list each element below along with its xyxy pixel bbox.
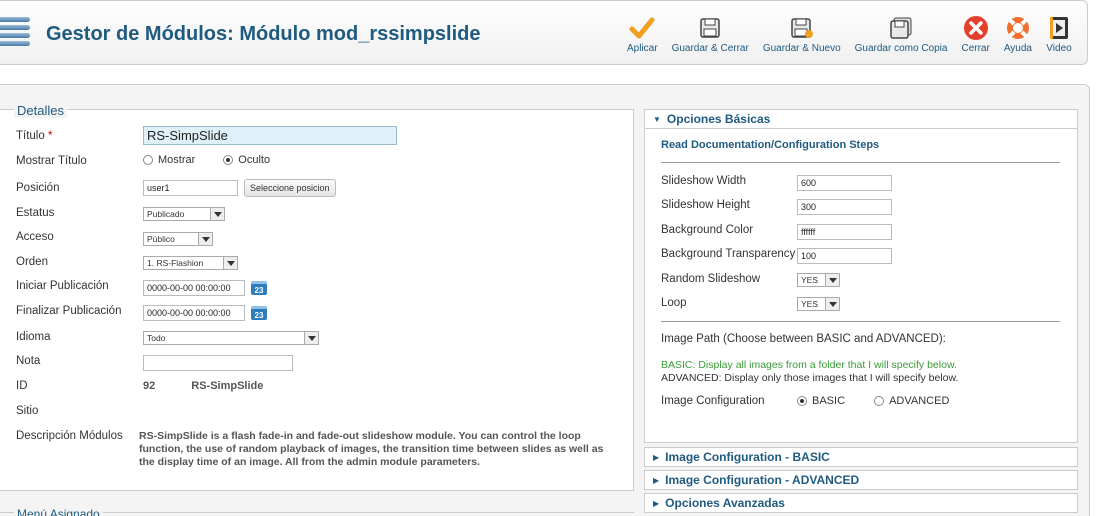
divider: [661, 321, 1060, 322]
bg-color-input[interactable]: [797, 224, 892, 240]
video-button[interactable]: Video: [1039, 15, 1079, 54]
triangle-right-icon: ▶: [653, 498, 660, 508]
image-config-radio-advanced[interactable]: ADVANCED: [874, 395, 949, 407]
publish-down-label: Finalizar Publicación: [16, 305, 122, 317]
required-mark: *: [47, 130, 53, 142]
language-select[interactable]: Todo: [143, 331, 319, 345]
chevron-down-icon: [210, 208, 224, 220]
random-slideshow-label: Random Slideshow: [661, 273, 761, 285]
description-text: RS-SimpSlide is a flash fade-in and fade…: [139, 430, 604, 468]
details-fieldset: Detalles Título * Mostrar Título Mostrar…: [0, 103, 634, 491]
title-label: Título *: [16, 130, 53, 142]
chevron-down-icon: [825, 298, 839, 310]
show-title-label: Mostrar Título: [16, 155, 87, 167]
bg-transparency-input[interactable]: [797, 248, 892, 264]
note-input[interactable]: [143, 355, 293, 371]
show-title-radio-hide[interactable]: Oculto: [223, 154, 270, 166]
slideshow-height-input[interactable]: [797, 199, 892, 215]
image-path-label: Image Path (Choose between BASIC and ADV…: [661, 333, 946, 345]
site-label: Sitio: [16, 405, 39, 417]
language-label: Idioma: [16, 331, 51, 343]
order-select[interactable]: 1. RS-Flashion: [143, 256, 238, 270]
order-label: Orden: [16, 256, 48, 268]
divider: [661, 162, 1060, 163]
triangle-down-icon: ▼: [653, 114, 661, 124]
video-icon: [1046, 15, 1072, 41]
id-value: 92: [143, 380, 156, 392]
access-label: Acceso: [16, 231, 54, 243]
show-title-radio-show[interactable]: Mostrar: [143, 154, 195, 166]
apply-button[interactable]: Aplicar: [620, 15, 665, 54]
advanced-note: ADVANCED: Display only those images that…: [661, 372, 959, 384]
chevron-down-icon: [304, 332, 318, 344]
save-copy-button[interactable]: Guardar como Copia: [848, 15, 955, 54]
publish-up-label: Iniciar Publicación: [16, 280, 109, 292]
bg-transparency-label: Background Transparency: [661, 248, 796, 260]
id-label: ID: [16, 380, 28, 392]
slideshow-width-input[interactable]: [797, 175, 892, 191]
status-select[interactable]: Publicado: [143, 207, 225, 221]
page-header: Gestor de Módulos: Módulo mod_rssimpslid…: [0, 0, 1088, 65]
image-config-advanced-header[interactable]: ▶ Image Configuration - ADVANCED: [644, 470, 1078, 490]
basic-options-header[interactable]: ▼ Opciones Básicas: [644, 109, 1078, 129]
module-manager-logo-icon: [0, 17, 30, 53]
image-config-basic-header[interactable]: ▶ Image Configuration - BASIC: [644, 447, 1078, 467]
publish-down-input[interactable]: [143, 305, 245, 321]
toolbar: Aplicar Guardar & Cerrar Guardar & Nuevo…: [620, 15, 1079, 54]
advanced-options-header[interactable]: ▶ Opciones Avanzadas: [644, 493, 1078, 513]
help-icon: [1005, 15, 1031, 41]
access-select[interactable]: Público: [143, 232, 213, 246]
assigned-menu-fieldset: Menú Asignado: [0, 507, 634, 516]
publish-up-input[interactable]: [143, 280, 245, 296]
image-configuration-label: Image Configuration: [661, 395, 765, 407]
description-label: Descripción Módulos: [16, 430, 123, 442]
section-title: Read Documentation/Configuration Steps: [661, 139, 880, 151]
calendar-icon[interactable]: 23: [251, 281, 267, 295]
basic-options-panel: Read Documentation/Configuration Steps S…: [644, 129, 1078, 443]
save-close-icon: [697, 15, 723, 41]
loop-select[interactable]: YES: [797, 297, 840, 311]
check-icon: [629, 15, 655, 41]
note-label: Nota: [16, 355, 41, 367]
random-slideshow-select[interactable]: YES: [797, 273, 840, 287]
title-input[interactable]: [143, 126, 397, 145]
save-close-button[interactable]: Guardar & Cerrar: [665, 15, 756, 54]
select-position-button[interactable]: Seleccione posicion: [244, 179, 336, 197]
status-label: Estatus: [16, 207, 55, 219]
chevron-down-icon: [198, 233, 212, 245]
image-config-radio-basic[interactable]: BASIC: [797, 395, 845, 407]
main-area: Detalles Título * Mostrar Título Mostrar…: [0, 84, 1090, 516]
chevron-down-icon: [223, 257, 237, 269]
page-title: Gestor de Módulos: Módulo mod_rssimpslid…: [46, 23, 481, 45]
triangle-right-icon: ▶: [653, 475, 660, 485]
slideshow-height-label: Slideshow Height: [661, 199, 750, 211]
slideshow-width-label: Slideshow Width: [661, 175, 747, 187]
calendar-icon[interactable]: 23: [251, 306, 267, 320]
close-icon: [963, 15, 989, 41]
basic-note: BASIC: Display all images from a folder …: [661, 359, 957, 371]
position-input[interactable]: [143, 180, 238, 196]
position-label: Posición: [16, 182, 60, 194]
triangle-right-icon: ▶: [653, 452, 660, 462]
chevron-down-icon: [825, 274, 839, 286]
loop-label: Loop: [661, 297, 687, 309]
id-module-name: RS-SimpSlide: [191, 380, 264, 392]
details-legend: Detalles: [14, 103, 67, 118]
close-button[interactable]: Cerrar: [954, 15, 996, 54]
bg-color-label: Background Color: [661, 224, 754, 236]
save-new-icon: [789, 15, 815, 41]
save-copy-icon: [888, 15, 914, 41]
help-button[interactable]: Ayuda: [997, 15, 1039, 54]
assigned-menu-legend: Menú Asignado: [14, 507, 103, 516]
save-new-button[interactable]: Guardar & Nuevo: [756, 15, 848, 54]
